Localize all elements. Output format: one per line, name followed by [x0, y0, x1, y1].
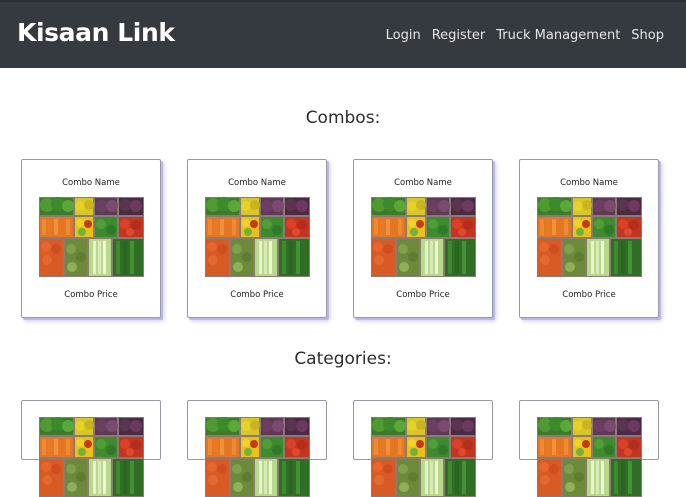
category-card[interactable] — [21, 400, 161, 497]
vegetable-crate-image — [537, 197, 642, 277]
nav-truck-management-link[interactable]: Truck Management — [496, 28, 620, 43]
combo-card[interactable]: Combo Name Combo Price — [21, 159, 161, 318]
combo-card[interactable]: Combo Name Combo Price — [187, 159, 327, 318]
category-card[interactable] — [187, 400, 327, 497]
combo-name: Combo Name — [228, 178, 286, 188]
combo-price: Combo Price — [64, 290, 118, 300]
category-card[interactable] — [353, 400, 493, 497]
vegetable-crate-image — [371, 417, 476, 497]
vegetable-crate-image — [39, 197, 144, 277]
brand-logo[interactable]: Kisaan Link — [17, 18, 175, 47]
category-card[interactable] — [519, 400, 659, 497]
vegetable-crate-image — [39, 417, 144, 497]
nav-links: Login Register Truck Management Shop — [386, 28, 664, 43]
vegetable-crate-image — [205, 197, 310, 277]
categories-heading: Categories: — [294, 349, 392, 369]
combo-card[interactable]: Combo Name Combo Price — [353, 159, 493, 318]
combo-price: Combo Price — [230, 290, 284, 300]
combo-name: Combo Name — [560, 178, 618, 188]
navbar: Kisaan Link Login Register Truck Managem… — [0, 0, 686, 68]
combo-price: Combo Price — [396, 290, 450, 300]
nav-login-link[interactable]: Login — [386, 28, 421, 43]
combos-heading: Combos: — [305, 108, 381, 128]
nav-register-link[interactable]: Register — [432, 28, 486, 43]
combo-card[interactable]: Combo Name Combo Price — [519, 159, 659, 318]
nav-shop-link[interactable]: Shop — [631, 28, 664, 43]
combo-price: Combo Price — [562, 290, 616, 300]
combo-name: Combo Name — [62, 178, 120, 188]
vegetable-crate-image — [205, 417, 310, 497]
combo-name: Combo Name — [394, 178, 452, 188]
vegetable-crate-image — [371, 197, 476, 277]
vegetable-crate-image — [537, 417, 642, 497]
